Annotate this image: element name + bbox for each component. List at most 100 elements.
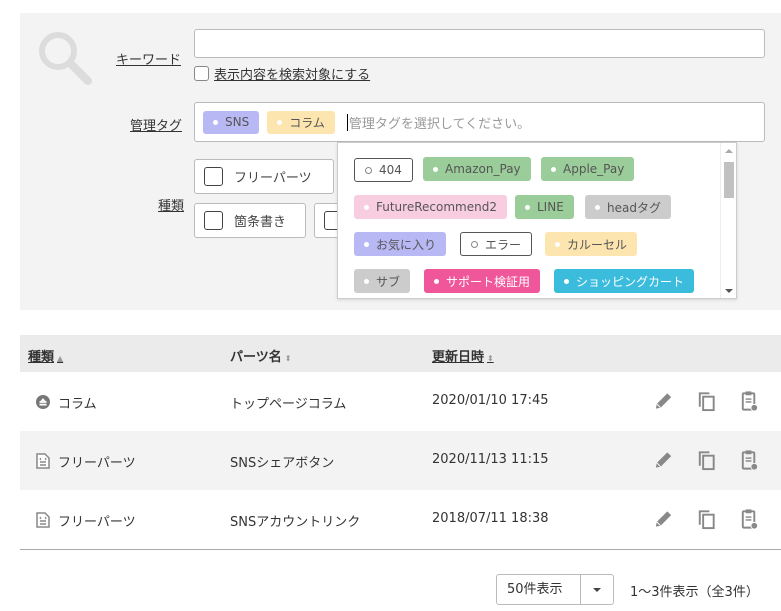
tag-dot-icon (434, 278, 439, 284)
free-parts-icon (36, 453, 50, 469)
tag-option-label: headタグ (607, 200, 661, 215)
table-header: 種類 ▲ パーツ名 ⬍ 更新日時 ⬍ (20, 335, 781, 372)
tag-dot-icon (213, 119, 218, 125)
result-count: 1～3件表示（全3件） (630, 585, 759, 600)
row-kind: コラム (58, 397, 97, 412)
tag-option[interactable]: エラー (460, 232, 533, 256)
tag-dot-icon (433, 166, 438, 172)
clipboard-settings-icon[interactable] (738, 389, 761, 413)
tag-option-label: ショッピングカート (576, 274, 685, 289)
include-display-checkbox-row[interactable]: 表示内容を検索対象にする (194, 64, 370, 83)
tag-dot-icon (551, 166, 556, 172)
edit-icon[interactable] (652, 389, 675, 413)
column-label: パーツ名 (230, 350, 282, 365)
tag-dot-icon (471, 240, 478, 248)
per-page-select[interactable]: 50件表示 (496, 574, 614, 605)
tag-option[interactable]: LINE (515, 195, 574, 219)
tag-option[interactable]: サポート検証用 (424, 269, 541, 293)
sort-icon: ⬍ (487, 354, 494, 363)
tag-option-label: Amazon_Pay (445, 162, 521, 176)
tag-option-label: Apple_Pay (563, 162, 625, 176)
copy-icon[interactable] (695, 507, 718, 531)
row-updated: 2020/01/10 17:45 (432, 393, 549, 408)
scroll-down-arrow-icon[interactable] (725, 289, 733, 293)
row-parts-name[interactable]: SNSシェアボタン (230, 452, 334, 471)
tag-placeholder: 管理タグを選択してください。 (348, 116, 531, 132)
edit-icon[interactable] (652, 507, 675, 531)
clipboard-settings-icon[interactable] (738, 507, 761, 531)
column-header-updated[interactable]: 更新日時 ⬍ (432, 346, 494, 365)
tag-label-text: コラム (289, 115, 325, 130)
tag-dot-icon (555, 241, 560, 247)
table-row[interactable]: フリーパーツ SNSアカウントリンク 2018/07/11 18:38 (20, 490, 781, 549)
tag-input[interactable]: SNS コラム 管理タグを選択してください。 (194, 102, 765, 142)
scroll-up-arrow-icon[interactable] (725, 149, 733, 153)
tag-option-label: サポート検証用 (446, 274, 531, 289)
free-parts-icon (36, 512, 50, 528)
copy-icon[interactable] (695, 389, 718, 413)
text-caret (346, 113, 348, 131)
column-label: 種類 (28, 350, 55, 365)
selected-tag-chip[interactable]: コラム (267, 110, 335, 134)
include-display-label[interactable]: 表示内容を検索対象にする (214, 64, 370, 83)
tag-option-label: LINE (537, 200, 564, 214)
clipboard-settings-icon[interactable] (738, 448, 761, 472)
include-display-checkbox[interactable] (194, 66, 209, 81)
tag-option-label: カルーセル (567, 237, 628, 252)
search-icon (39, 32, 92, 85)
tag-dot-icon (277, 119, 283, 125)
tag-option[interactable]: Apple_Pay (541, 157, 635, 181)
selected-tag-chip[interactable]: SNS (203, 110, 260, 134)
tag-search-field[interactable]: 管理タグを選択してください。 (346, 113, 531, 132)
tag-option-label: エラー (485, 237, 522, 252)
scroll-thumb[interactable] (724, 162, 734, 198)
row-kind: フリーパーツ (58, 515, 136, 530)
table-divider (20, 549, 781, 550)
copy-icon[interactable] (695, 448, 718, 472)
tag-option[interactable]: カルーセル (545, 232, 638, 256)
row-parts-name[interactable]: SNSアカウントリンク (230, 511, 360, 530)
tag-option[interactable]: サブ (354, 269, 411, 293)
tag-option-label: 404 (379, 163, 402, 177)
row-actions (652, 389, 761, 413)
kind-label: 種類 (158, 199, 185, 214)
kind-option-label: 箇条書き (234, 215, 287, 230)
tag-dropdown[interactable]: 404 Amazon_Pay Apple_Pay FutureRecommend… (337, 142, 737, 299)
tag-option-label: FutureRecommend2 (376, 200, 497, 214)
row-kind: フリーパーツ (58, 456, 136, 471)
tag-option[interactable]: FutureRecommend2 (354, 195, 507, 219)
keyword-label: キーワード (116, 53, 182, 68)
table-row[interactable]: コラム トップページコラム 2020/01/10 17:45 (20, 372, 781, 431)
table-row[interactable]: フリーパーツ SNSシェアボタン 2020/11/13 11:15 (20, 431, 781, 490)
edit-icon[interactable] (652, 448, 675, 472)
tag-dot-icon (364, 241, 369, 247)
column-label: 更新日時 (432, 350, 485, 365)
tag-dot-icon (595, 204, 600, 210)
row-actions (652, 507, 761, 531)
column-header-kind[interactable]: 種類 ▲ (28, 346, 63, 365)
tag-option[interactable]: お気に入り (354, 232, 447, 256)
tag-dot-icon (564, 278, 569, 284)
sort-icon: ⬍ (284, 354, 292, 363)
tag-option[interactable]: ショッピングカート (554, 269, 695, 293)
tag-dot-icon (364, 278, 369, 284)
tag-option[interactable]: 404 (354, 158, 413, 182)
chevron-down-icon[interactable] (580, 575, 613, 604)
checkbox[interactable] (204, 167, 223, 186)
keyword-input[interactable] (194, 29, 765, 58)
row-parts-name[interactable]: トップページコラム (230, 393, 346, 412)
column-header-parts-name[interactable]: パーツ名 ⬍ (230, 346, 291, 365)
kind-option-bullet-list[interactable]: 箇条書き (194, 203, 306, 238)
tag-option-label: お気に入り (376, 237, 437, 252)
tag-option[interactable]: Amazon_Pay (423, 157, 531, 181)
tag-option-label: サブ (376, 274, 401, 289)
row-updated: 2018/07/11 18:38 (432, 511, 549, 526)
dropdown-scrollbar[interactable] (720, 143, 736, 298)
row-updated: 2020/11/13 11:15 (432, 452, 549, 467)
tag-option[interactable]: headタグ (585, 195, 671, 219)
tag-dot-icon (365, 166, 372, 174)
checkbox[interactable] (204, 211, 223, 230)
sort-asc-icon: ▲ (57, 354, 64, 363)
row-actions (652, 448, 761, 472)
kind-option-free-parts[interactable]: フリーパーツ (194, 159, 334, 194)
